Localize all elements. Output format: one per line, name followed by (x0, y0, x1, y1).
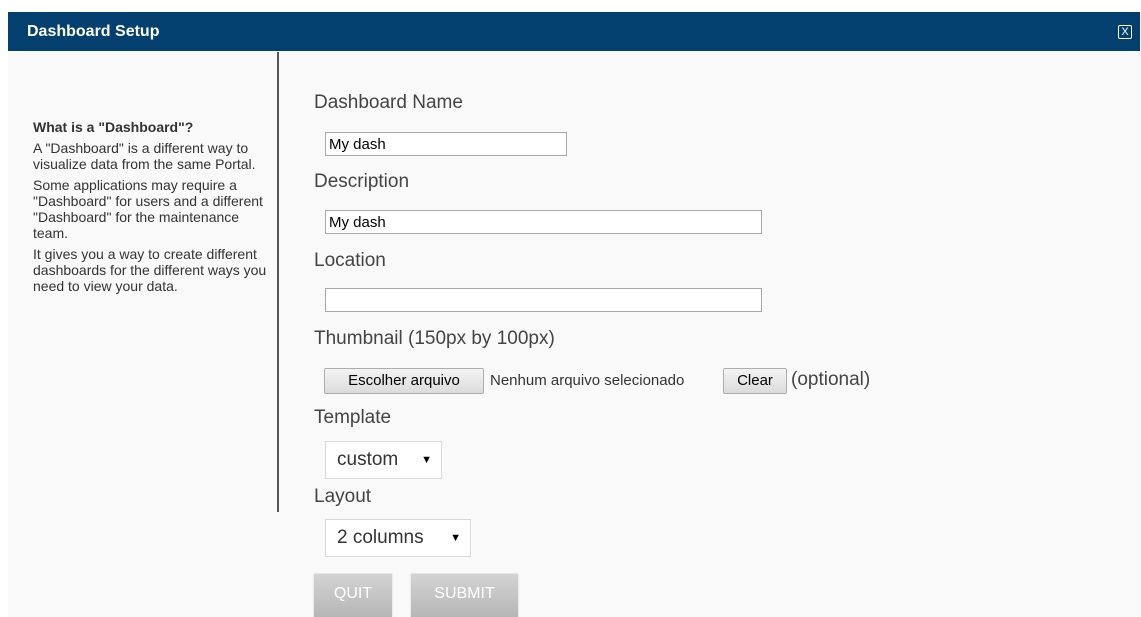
layout-select-value: 2 columns (337, 527, 424, 548)
template-select[interactable]: custom ▼ (325, 441, 442, 479)
help-paragraph-2: Some applications may require a "Dashboa… (33, 177, 263, 241)
layout-select[interactable]: 2 columns ▼ (325, 519, 471, 557)
optional-note: (optional) (791, 369, 871, 390)
dialog-titlebar: Dashboard Setup X (8, 12, 1140, 51)
help-heading: What is a "Dashboard"? (33, 119, 194, 135)
description-input[interactable] (325, 210, 762, 234)
help-sidebar: What is a "Dashboard"? A "Dashboard" is … (33, 119, 273, 299)
location-label: Location (314, 250, 386, 271)
file-status-text: Nenhum arquivo selecionado (490, 372, 685, 389)
dashboard-name-label: Dashboard Name (314, 92, 463, 113)
vertical-divider (277, 52, 279, 512)
dashboard-name-input[interactable] (325, 132, 567, 156)
thumbnail-label: Thumbnail (150px by 100px) (314, 328, 555, 349)
close-button[interactable]: X (1118, 25, 1132, 39)
location-input[interactable] (325, 288, 762, 312)
layout-label: Layout (314, 486, 372, 507)
dialog-title: Dashboard Setup (27, 23, 160, 40)
choose-file-button[interactable]: Escolher arquivo (324, 368, 484, 394)
template-select-value: custom (337, 449, 399, 470)
description-label: Description (314, 171, 410, 192)
submit-button[interactable]: SUBMIT (411, 573, 518, 617)
dashboard-setup-dialog: Dashboard Setup X What is a "Dashboard"?… (8, 12, 1140, 617)
help-paragraph-3: It gives you a way to create different d… (33, 246, 267, 294)
chevron-down-icon: ▼ (450, 532, 461, 544)
chevron-down-icon: ▼ (421, 454, 432, 466)
help-paragraph-1: A "Dashboard" is a different way to visu… (33, 140, 256, 172)
clear-button[interactable]: Clear (723, 368, 787, 394)
template-label: Template (314, 407, 392, 428)
quit-button[interactable]: QUIT (314, 573, 392, 617)
